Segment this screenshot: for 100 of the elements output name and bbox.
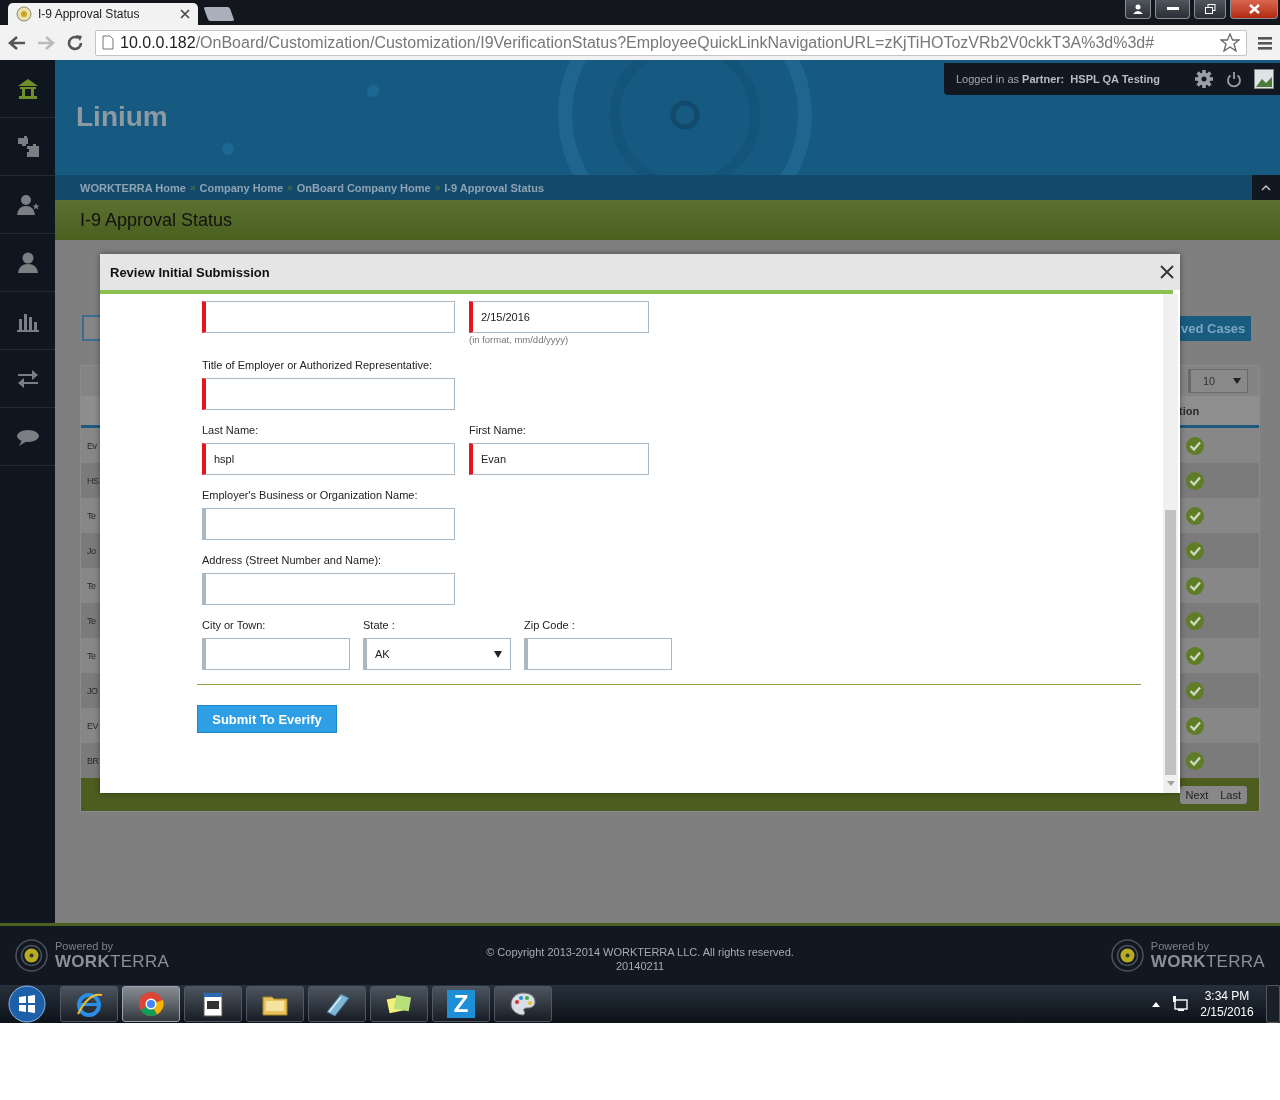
brand-name: WORKTERRA [55,951,170,972]
close-icon[interactable] [180,9,190,19]
table-cell: Te [87,580,96,591]
scroll-down-icon [1166,781,1175,786]
taskbar-app-button[interactable] [246,986,304,1022]
browser-tab[interactable]: I-9 Approval Status [8,3,198,25]
input-field[interactable] [202,378,455,410]
page-icon [102,35,114,50]
company-name: Linium [76,101,168,133]
field-label: State : [363,619,396,632]
puzzle-icon[interactable] [15,134,40,159]
breadcrumb-link[interactable]: Company Home [199,181,284,194]
breadcrumb-link[interactable]: I-9 Approval Status [444,181,545,194]
caret-down-icon [1233,378,1241,384]
palette-icon [509,990,537,1018]
browser-icon [137,990,165,1018]
user-icon[interactable] [15,250,40,275]
breadcrumb-link[interactable]: OnBoard Company Home [296,181,431,194]
powered-by-text: Powered by [1150,939,1210,952]
table-cell: HS [87,475,99,486]
table-cell: JO [87,685,98,696]
field-label: Last Name: [202,424,260,437]
minimize-icon [1166,7,1179,11]
field-label: Zip Code : [524,619,576,632]
field-label: City or Town: [202,619,267,632]
table-cell: Te [87,650,96,661]
caret-up-icon [1261,184,1271,191]
scrollbar[interactable] [1163,294,1178,793]
date-format-hint: (in format, mm/dd/yyyy) [469,334,570,345]
start-orb-icon[interactable] [8,985,46,1023]
reload-icon[interactable] [66,33,84,52]
page-link[interactable]: Next [1185,788,1209,801]
login-info: Logged in as Partner: HSPL QA Testing [956,73,1161,85]
close-button[interactable] [1230,0,1278,19]
table-cell: Te [87,510,96,521]
target-logo-icon [15,939,48,972]
copyright-text: © Copyright 2013-2014 WORKTERRA LLC. All rights reserved. [486,944,794,959]
taskbar-app-button[interactable] [60,986,118,1022]
state-select[interactable]: AK [363,638,511,670]
cases-button[interactable]: ved Cases [1180,315,1251,341]
breadcrumb-separator: » [434,182,441,193]
clock[interactable]: 3:34 PM 2/15/2016 [1200,988,1254,1020]
breadcrumb-separator: » [287,182,293,193]
page-title: I-9 Approval Status [80,209,233,231]
breadcrumb-separator: » [189,182,196,193]
ie-icon [75,990,103,1018]
input-field[interactable] [524,638,672,670]
address-bar[interactable]: 10.0.0.182/OnBoard/Customization/Customization/I9VerificationStatus?EmployeeQuickLinkNavigationURL=zKjTiHOTozVRb2V0ckkT3A%3d%3d# [95,29,1247,56]
menu-icon[interactable] [1258,35,1272,50]
input-field[interactable]: Evan [469,443,649,475]
user-button[interactable] [1125,0,1151,19]
caret-down-icon [494,650,502,658]
taskbar-app-button[interactable] [122,986,180,1022]
restore-icon [1204,4,1216,14]
input-field[interactable] [202,573,455,605]
breadcrumb-link[interactable]: WORKTERRA Home [80,181,186,194]
submit-button[interactable]: Submit To Everify [197,705,337,733]
address-text: 10.0.0.182/OnBoard/Customization/Customization/I9VerificationStatus?EmployeeQuickLinkNavigationURL=zKjTiHOTozVRb2V0ckkT3A%3d%3d# [120,33,1156,52]
input-field[interactable] [202,301,455,333]
taskbar-app-button[interactable] [494,986,552,1022]
back-icon[interactable] [8,34,26,51]
target-logo-icon [1110,939,1144,972]
build-number: 20140211 [615,958,665,973]
page-link[interactable]: Last [1220,788,1241,801]
close-icon [1248,4,1260,14]
letter-app-button[interactable]: Z [432,986,490,1022]
input-field[interactable] [202,638,350,670]
collapse-button[interactable] [1252,175,1280,200]
power-icon[interactable] [1226,70,1242,88]
taskbar-app-button[interactable] [370,986,428,1022]
new-tab-button[interactable] [203,7,235,21]
field-label: First Name: [469,424,527,437]
column-header: tion [1179,404,1201,417]
star-icon[interactable] [1220,33,1240,52]
show-hidden-icons-icon[interactable] [1152,1001,1160,1007]
tab-title: I-9 Approval Status [38,7,141,21]
table-cell: Te [87,615,96,626]
table-cell: BR [87,755,99,766]
field-label: Address (Street Number and Name): [202,554,383,567]
input-field[interactable] [202,508,455,540]
field-label: Title of Employer or Authorized Representative: [202,359,434,372]
taskbar-app-button[interactable] [184,986,242,1022]
brand-name: WORKTERRA [1150,951,1265,972]
powered-by-text: Powered by [55,939,115,952]
dialog-title: Review Initial Submission [110,264,270,280]
settings-icon[interactable] [1194,69,1214,89]
picture-icon[interactable] [1254,69,1274,89]
user-icon [1132,4,1144,14]
input-field[interactable]: hspl [202,443,455,475]
minimize-button[interactable] [1155,0,1190,19]
table-cell: Ev [87,440,97,451]
maximize-button[interactable] [1194,0,1226,19]
user-star-icon[interactable] [15,192,40,217]
network-icon[interactable] [1172,996,1188,1012]
page-size-select[interactable]: 10 [1188,369,1248,393]
close-icon[interactable] [1160,265,1174,279]
field-label: Employer's Business or Organization Name: [202,489,419,502]
table-cell: EV [87,720,98,731]
input-field[interactable]: 2/15/2016 [469,301,649,333]
taskbar-app-button[interactable] [308,986,366,1022]
